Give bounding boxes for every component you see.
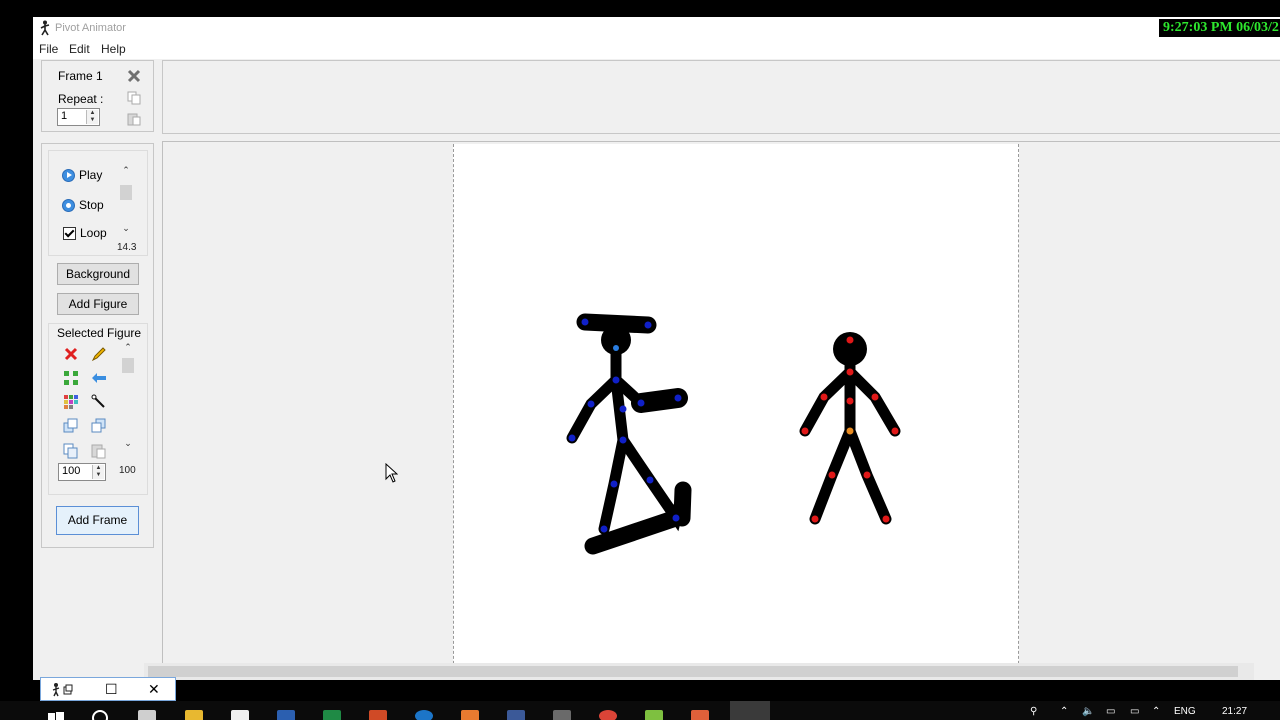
color-figure-icon[interactable] <box>63 394 79 410</box>
play-icon <box>62 168 75 182</box>
window-title: Pivot Animator <box>55 22 126 34</box>
people-icon[interactable]: ⚲ <box>1030 706 1037 717</box>
stickfigure-right[interactable] <box>799 332 901 525</box>
repeat-label: Repeat : <box>58 92 104 106</box>
repeat-stepper-arrows[interactable]: ▲ ▼ <box>86 110 98 124</box>
file-explorer-icon[interactable] <box>185 710 203 720</box>
figure-size-arrows[interactable]: ▲ ▼ <box>92 465 104 479</box>
notification-icon[interactable]: ⌃ <box>1152 706 1160 717</box>
stop-label: Stop <box>79 198 104 212</box>
word-icon[interactable] <box>277 710 295 720</box>
speed-readout: 14.3 <box>117 242 137 253</box>
bring-forward-icon[interactable] <box>63 418 79 434</box>
taskbar: ⚲ ⌃ 🔈 ▭ ▭ ⌃ ENG 21:27 <box>0 701 1280 720</box>
mouse-cursor-icon <box>385 462 399 486</box>
stop-button[interactable]: Stop <box>62 198 104 212</box>
windows-start-icon[interactable] <box>48 711 64 720</box>
add-frame-button[interactable]: Add Frame <box>56 506 139 535</box>
playback-group: Play Stop Loop ⌃ ⌄ 14.3 <box>48 150 148 256</box>
loop-checkbox[interactable]: Loop <box>63 226 107 240</box>
horizontal-scrollbar-thumb[interactable] <box>148 666 1238 677</box>
animation-canvas[interactable] <box>453 144 1019 680</box>
frame-panel: Frame 1 Repeat : 1 ▲ ▼ <box>41 60 154 132</box>
green-app-icon[interactable] <box>645 710 663 720</box>
facebook-icon[interactable] <box>507 710 525 720</box>
delete-figure-icon[interactable] <box>63 346 79 362</box>
minimized-window-bar[interactable]: ☐ ✕ <box>40 677 176 701</box>
play-button[interactable]: Play <box>62 168 102 182</box>
chevron-down-icon[interactable]: ⌄ <box>121 438 135 449</box>
menu-help[interactable]: Help <box>101 42 126 56</box>
add-figure-button[interactable]: Add Figure <box>57 293 139 315</box>
copy-figure-icon[interactable] <box>63 443 79 459</box>
red-app-icon[interactable] <box>691 710 709 720</box>
selected-figure-group: Selected Figure ⌃ ⌄ 100 ▲ ▼ 100 <box>48 323 148 495</box>
figure-scale-slider[interactable]: ⌃ ⌄ <box>121 342 135 452</box>
pivot-animator-task[interactable] <box>730 701 770 720</box>
restore-icon[interactable] <box>51 683 73 697</box>
loop-label: Loop <box>80 226 107 240</box>
stickman-app-icon <box>40 20 50 36</box>
chrome-icon[interactable] <box>599 710 617 720</box>
menu-bar: File Edit Help <box>33 39 1280 59</box>
play-label: Play <box>79 168 103 182</box>
powerpoint-icon[interactable] <box>369 710 387 720</box>
send-backward-icon[interactable] <box>91 418 107 434</box>
edit-figure-pencil-icon[interactable] <box>91 346 107 362</box>
speed-slider[interactable]: ⌃ ⌄ <box>119 165 133 235</box>
selected-figure-title: Selected Figure <box>57 326 142 340</box>
loop-check-icon <box>63 226 76 240</box>
keyboard-icon[interactable]: ▭ <box>1130 706 1139 717</box>
speed-slider-thumb[interactable] <box>120 185 132 200</box>
figure-scale-thumb[interactable] <box>122 358 134 373</box>
media-app-icon[interactable] <box>553 710 571 720</box>
store-icon[interactable] <box>231 710 249 720</box>
stickfigures-drawing <box>566 313 901 555</box>
menu-edit[interactable]: Edit <box>69 42 90 56</box>
paste-frame-icon[interactable] <box>126 111 142 127</box>
controls-panel: Play Stop Loop ⌃ ⌄ 14.3 Background Add F… <box>41 143 154 548</box>
tray-chevron-icon[interactable]: ⌃ <box>1060 706 1068 717</box>
paste-figure-icon[interactable] <box>91 443 107 459</box>
chevron-up-icon[interactable]: ⌃ <box>121 342 135 353</box>
stop-icon <box>62 198 75 212</box>
figure-size-value: 100 <box>62 465 81 477</box>
horizontal-scrollbar[interactable] <box>144 663 1254 680</box>
background-button[interactable]: Background <box>57 263 139 285</box>
orange-app-icon[interactable] <box>461 710 479 720</box>
stage-area <box>162 141 1280 680</box>
search-icon[interactable] <box>92 710 108 720</box>
menu-file[interactable]: File <box>39 42 58 56</box>
edit-joints-wand-icon[interactable] <box>91 394 107 410</box>
center-figure-icon[interactable] <box>63 370 79 386</box>
frames-strip <box>162 60 1280 134</box>
app-window: Pivot Animator 9:27:03 PM 06/03/2 File E… <box>33 17 1280 680</box>
title-bar: Pivot Animator 9:27:03 PM 06/03/2 <box>33 17 1280 39</box>
taskbar-clock[interactable]: 21:27 <box>1222 706 1247 717</box>
task-view-icon[interactable] <box>138 710 156 720</box>
language-indicator[interactable]: ENG <box>1174 706 1196 717</box>
maximize-icon[interactable]: ☐ <box>105 681 118 698</box>
stickfigure-left[interactable] <box>566 313 692 555</box>
figure-scale-readout: 100 <box>119 465 136 476</box>
excel-icon[interactable] <box>323 710 341 720</box>
figure-size-stepper[interactable]: 100 ▲ ▼ <box>58 463 106 481</box>
delete-frame-icon[interactable] <box>126 68 142 84</box>
chevron-up-icon[interactable]: ⌃ <box>119 165 133 176</box>
close-icon[interactable]: ✕ <box>148 681 160 698</box>
repeat-stepper[interactable]: 1 ▲ ▼ <box>57 108 100 126</box>
chevron-down-icon[interactable]: ⌄ <box>119 223 133 234</box>
network-icon[interactable]: ▭ <box>1106 706 1115 717</box>
volume-icon[interactable]: 🔈 <box>1082 706 1094 717</box>
frame-title: Frame 1 <box>58 69 103 83</box>
clock-overlay: 9:27:03 PM 06/03/2 <box>1159 19 1280 37</box>
edge-browser-icon[interactable] <box>415 710 433 720</box>
flip-figure-icon[interactable] <box>91 370 107 386</box>
copy-frame-icon[interactable] <box>126 90 142 106</box>
repeat-value: 1 <box>61 110 68 122</box>
